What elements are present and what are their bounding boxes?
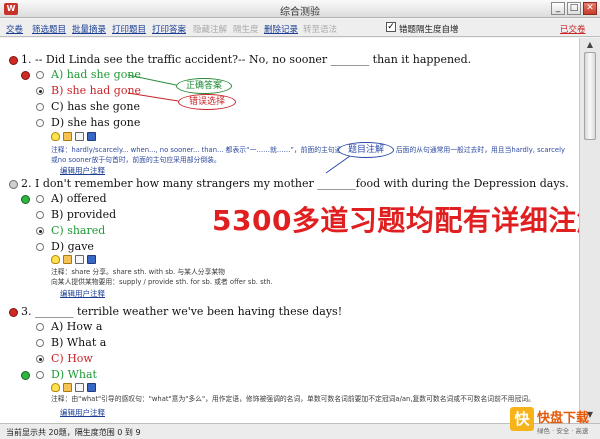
- q3-option-c-radio[interactable]: [36, 355, 44, 363]
- minimize-button[interactable]: _: [551, 2, 565, 15]
- toolbar-print-questions[interactable]: 打印题目: [112, 23, 146, 35]
- q3-option-b-radio[interactable]: [36, 339, 44, 347]
- toolbar-goto-grammar[interactable]: 转至语法: [303, 23, 337, 35]
- q3-option-d[interactable]: D) What: [51, 368, 97, 381]
- correct-answer-arrow: [127, 74, 177, 86]
- toolbar-submit[interactable]: 交卷: [6, 23, 23, 35]
- window-titlebar: W 综合测验 _ □ ✕: [0, 0, 600, 18]
- q2-note-1: 注释：share 分享。share sth. with sb. 与某人分享某物: [51, 268, 225, 276]
- maximize-button[interactable]: □: [567, 2, 581, 15]
- wrong-answer-icon: [9, 308, 18, 317]
- q3-edit-note-link[interactable]: 编辑用户注释: [60, 407, 105, 418]
- watermark-logo-icon: 快: [510, 407, 534, 431]
- q3-tool-icons: [51, 383, 96, 392]
- q2-tool-icons: [51, 255, 96, 264]
- q2-edit-note-link[interactable]: 编辑用户注释: [60, 288, 105, 299]
- save-icon[interactable]: [87, 383, 96, 392]
- status-text: 当前显示共 20题，隔生度范围 0 到 9: [6, 428, 141, 437]
- auto-increase-checkbox[interactable]: ✓: [386, 22, 396, 32]
- wrong-choice-callout: 错误选择: [178, 94, 236, 110]
- toolbar-delete-records[interactable]: 删除记录: [264, 23, 298, 35]
- scroll-up-icon[interactable]: ▲: [584, 40, 596, 50]
- q2-option-d[interactable]: D) gave: [51, 240, 94, 253]
- toolbar-strangeness[interactable]: 隔生度: [233, 23, 259, 35]
- note-arrow: [325, 155, 351, 174]
- site-watermark: 快 快盘下载 绿色 · 安全 · 高速: [510, 405, 600, 439]
- q2-option-d-radio[interactable]: [36, 243, 44, 251]
- hint-bulb-icon[interactable]: [51, 255, 60, 264]
- q2-option-a[interactable]: A) offered: [51, 192, 107, 205]
- correct-mark-icon: [21, 195, 30, 204]
- q3-option-a[interactable]: A) How a: [51, 320, 102, 333]
- q2-option-a-radio[interactable]: [36, 195, 44, 203]
- question-2-text: 2. I don't remember how many strangers m…: [21, 177, 569, 190]
- question-pane: 1. -- Did Linda see the traffic accident…: [0, 38, 580, 423]
- toolbar-hide-notes[interactable]: 隐藏注解: [193, 23, 227, 35]
- scroll-thumb[interactable]: [584, 52, 596, 140]
- q2-option-c[interactable]: C) shared: [51, 224, 105, 237]
- unanswered-icon: [9, 180, 18, 189]
- promo-banner: 5300多道习题均配有详细注解！: [212, 204, 579, 237]
- window-title: 综合测验: [280, 7, 320, 18]
- submitted-link[interactable]: 已交卷: [560, 23, 586, 35]
- q3-option-c[interactable]: C) How: [51, 352, 93, 365]
- watermark-name: 快盘下载: [537, 411, 590, 426]
- q2-option-b[interactable]: B) provided: [51, 208, 116, 221]
- close-button[interactable]: ✕: [583, 2, 597, 15]
- folder-icon[interactable]: [63, 383, 72, 392]
- q2-option-b-radio[interactable]: [36, 211, 44, 219]
- toolbar: 交卷 筛选题目 批量摘录 打印题目 打印答案 隐藏注解 隔生度 删除记录 转至语…: [0, 19, 600, 37]
- q3-option-b[interactable]: B) What a: [51, 336, 106, 349]
- note-callout: 题目注解: [338, 142, 394, 158]
- toolbar-batch-extract[interactable]: 批量摘录: [72, 23, 106, 35]
- window-controls: _ □ ✕: [551, 2, 597, 15]
- auto-increase-label: 错题隔生度自增: [399, 25, 459, 35]
- save-icon[interactable]: [87, 255, 96, 264]
- document-icon[interactable]: [75, 383, 84, 392]
- toolbar-filter[interactable]: 筛选题目: [32, 23, 66, 35]
- q2-option-c-radio[interactable]: [36, 227, 44, 235]
- watermark-tagline: 绿色 · 安全 · 高速: [537, 427, 589, 435]
- hint-bulb-icon[interactable]: [51, 383, 60, 392]
- wrong-choice-arrow: [127, 92, 179, 102]
- correct-mark-icon: [21, 371, 30, 380]
- q3-option-d-radio[interactable]: [36, 371, 44, 379]
- question-3-text: 3. _______ terrible weather we've been h…: [21, 305, 343, 318]
- vertical-scrollbar[interactable]: ▲ ▼: [580, 38, 600, 423]
- q2-note-2: 向某人提供某物要用：supply / provide sth. for sb. …: [51, 278, 273, 286]
- folder-icon[interactable]: [63, 255, 72, 264]
- toolbar-print-answers[interactable]: 打印答案: [152, 23, 186, 35]
- document-icon[interactable]: [75, 255, 84, 264]
- q3-option-a-radio[interactable]: [36, 323, 44, 331]
- q3-note: 注释：由"what"引导的感叹句："what"意为"多么"，用作定语，修饰被强调…: [51, 395, 535, 403]
- correct-answer-callout: 正确答案: [176, 78, 232, 94]
